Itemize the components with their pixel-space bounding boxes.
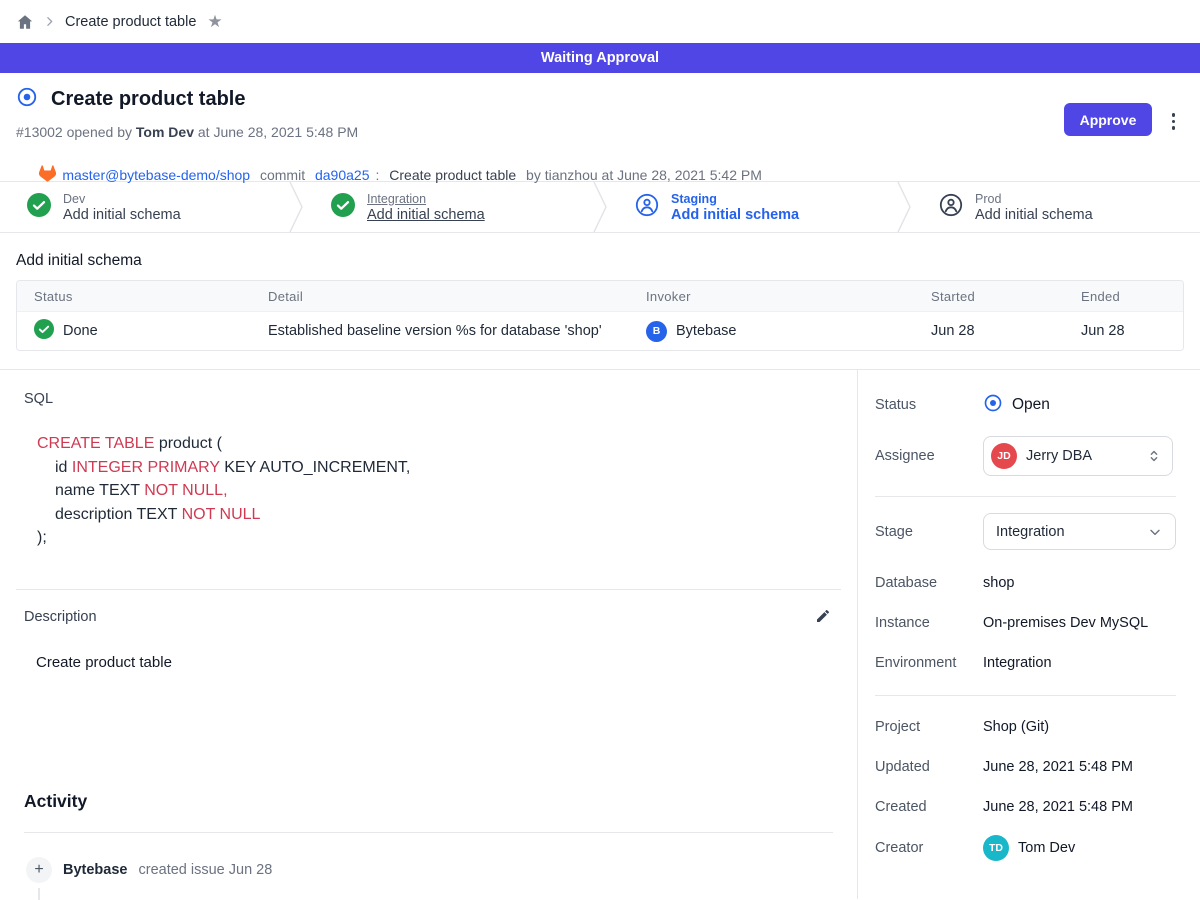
pencil-icon [815, 612, 831, 627]
plus-icon: + [26, 857, 52, 883]
stage-task-label: Add initial schema [671, 207, 799, 223]
breadcrumb: Create product table ★ [0, 0, 1200, 43]
status-label: Status [875, 397, 983, 413]
issue-meta: #13002 opened by Tom Dev at June 28, 202… [16, 124, 1184, 140]
status-value: Open [1012, 396, 1050, 414]
bytebase-avatar: B [646, 321, 667, 342]
task-table: Status Detail Invoker Started Ended Done… [16, 280, 1184, 351]
updown-chevron-icon [1146, 448, 1162, 464]
commit-line: master@bytebase-demo/shop commit da90a25… [16, 149, 1184, 201]
assignee-value: Jerry DBA [1026, 448, 1092, 464]
issue-opened-at: at June 28, 2021 5:48 PM [194, 124, 358, 140]
commit-by: by tianzhou at June 28, 2021 5:42 PM [522, 167, 762, 183]
updated-label: Updated [875, 759, 983, 775]
task-ended-cell: Jun 28 [1064, 312, 1183, 350]
done-check-icon [34, 319, 54, 343]
issue-id: #13002 opened by [16, 124, 136, 140]
updated-value: June 28, 2021 5:48 PM [983, 759, 1133, 775]
status-open-icon [983, 393, 1003, 417]
home-icon[interactable] [16, 13, 34, 31]
task-heading: Add initial schema [16, 252, 1184, 270]
task-status-cell: Done [17, 312, 251, 350]
commit-sha-link[interactable]: da90a25 [315, 167, 370, 183]
assignee-avatar: JD [991, 443, 1017, 469]
col-started: Started [914, 281, 1064, 311]
task-section: Add initial schema Status Detail Invoker… [0, 252, 1200, 351]
sql-statement: CREATE TABLE product ( id INTEGER PRIMAR… [37, 432, 833, 550]
task-invoker-name: Bytebase [676, 323, 736, 339]
stage-select[interactable]: Integration [983, 513, 1176, 550]
creator-value: Tom Dev [1018, 840, 1075, 856]
stage-task-label: Add initial schema [63, 207, 181, 223]
col-status: Status [17, 281, 251, 311]
sidebar-divider [875, 496, 1176, 497]
sql-label: SQL [24, 391, 833, 407]
activity-action: created issue Jun 28 [138, 862, 272, 878]
commit-word: commit [256, 167, 309, 183]
creator-label: Creator [875, 840, 983, 856]
task-table-header: Status Detail Invoker Started Ended [17, 281, 1183, 312]
sql-line: description TEXT NOT NULL [37, 503, 833, 527]
table-row[interactable]: Done Established baseline version %s for… [17, 312, 1183, 350]
creator-avatar: TD [983, 835, 1009, 861]
issue-author: Tom Dev [136, 124, 194, 140]
task-status-text: Done [63, 323, 98, 339]
description-divider [16, 589, 841, 590]
col-ended: Ended [1064, 281, 1183, 311]
description-text[interactable]: Create product table [36, 654, 833, 671]
task-started-cell: Jun 28 [914, 312, 1064, 350]
breadcrumb-title: Create product table [65, 14, 196, 30]
environment-label: Environment [875, 655, 983, 671]
project-label: Project [875, 719, 983, 735]
more-actions-kebab-icon[interactable] [1169, 110, 1179, 133]
project-value[interactable]: Shop (Git) [983, 719, 1049, 735]
issue-sidebar: Status Open Assignee JD Jerry DBA Stage [857, 370, 1200, 899]
sql-line: CREATE TABLE product ( [37, 432, 833, 456]
sidebar-divider [875, 695, 1176, 696]
edit-description-button[interactable] [813, 606, 833, 629]
instance-value: On-premises Dev MySQL [983, 615, 1148, 631]
approve-button[interactable]: Approve [1064, 103, 1152, 136]
activity-divider [24, 832, 833, 833]
chevron-right-icon [43, 15, 56, 28]
chevron-down-icon [1147, 524, 1163, 540]
gitlab-icon [16, 149, 56, 201]
activity-author: Bytebase [63, 862, 127, 878]
database-value: shop [983, 575, 1014, 591]
database-label: Database [875, 575, 983, 591]
issue-header: Create product table #13002 opened by To… [0, 73, 1200, 181]
task-invoker-cell: B Bytebase [629, 312, 914, 350]
main-content: SQL CREATE TABLE product ( id INTEGER PR… [0, 370, 857, 899]
stage-task-label: Add initial schema [975, 207, 1093, 223]
sql-line: ); [37, 526, 833, 550]
approval-banner-text: Waiting Approval [541, 50, 659, 66]
sql-line: name TEXT NOT NULL, [37, 479, 833, 503]
stage-value: Integration [996, 524, 1065, 540]
description-label: Description [24, 609, 97, 625]
approval-banner: Waiting Approval [0, 43, 1200, 73]
assignee-label: Assignee [875, 448, 983, 464]
branch-repo-link[interactable]: master@bytebase-demo/shop [62, 167, 250, 183]
favorite-star-icon[interactable]: ★ [207, 13, 222, 30]
assignee-select[interactable]: JD Jerry DBA [983, 436, 1173, 476]
created-value: June 28, 2021 5:48 PM [983, 799, 1133, 815]
col-detail: Detail [251, 281, 629, 311]
activity-item: + Bytebase created issue Jun 28 [24, 857, 833, 883]
instance-label: Instance [875, 615, 983, 631]
col-invoker: Invoker [629, 281, 914, 311]
sql-line: id INTEGER PRIMARY KEY AUTO_INCREMENT, [37, 456, 833, 480]
commit-message: Create product table [389, 167, 516, 183]
commit-colon: : [376, 167, 384, 183]
task-detail-cell: Established baseline version %s for data… [251, 312, 629, 350]
page-title: Create product table [51, 88, 245, 111]
stage-label: Stage [875, 524, 983, 540]
activity-heading: Activity [24, 791, 833, 812]
stage-task-label: Add initial schema [367, 207, 485, 223]
issue-open-icon [16, 86, 38, 113]
environment-value: Integration [983, 655, 1052, 671]
created-label: Created [875, 799, 983, 815]
